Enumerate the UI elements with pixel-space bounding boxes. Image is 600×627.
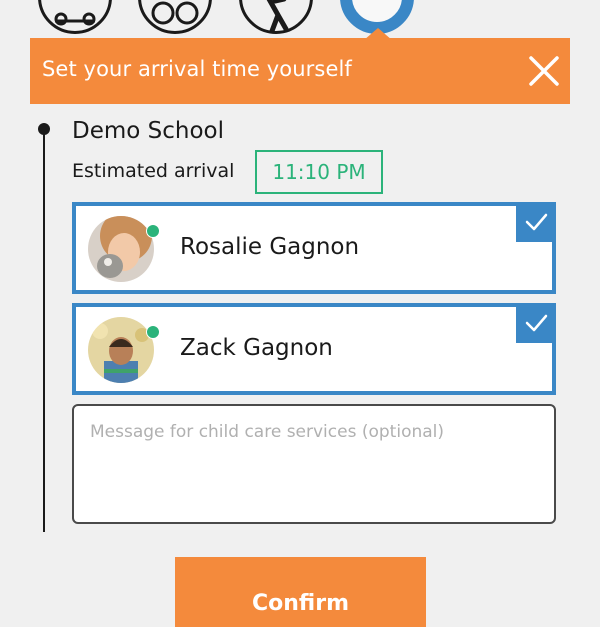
timeline-line	[43, 128, 45, 532]
walking-mode-button[interactable]	[239, 0, 313, 34]
child-name: Zack Gagnon	[180, 335, 333, 361]
walking-icon	[266, 0, 289, 34]
close-button[interactable]	[526, 53, 562, 89]
checkbox[interactable]	[516, 202, 556, 242]
timeline-dot	[38, 123, 50, 135]
banner-text: Set your arrival time yourself	[42, 57, 352, 81]
message-input[interactable]	[72, 404, 556, 524]
checkmark-icon	[525, 314, 548, 332]
car-icon	[54, 12, 96, 26]
child-name: Rosalie Gagnon	[180, 234, 360, 260]
bicycle-icon	[151, 1, 199, 25]
confirm-button[interactable]: Confirm	[175, 557, 426, 627]
destination-name: Demo School	[72, 118, 225, 144]
arrival-time-field[interactable]: 11:10 PM	[255, 150, 383, 194]
bicycle-mode-button[interactable]	[138, 0, 212, 34]
close-icon	[529, 56, 559, 86]
avatar	[88, 317, 154, 383]
arrival-label: Estimated arrival	[72, 160, 235, 182]
checkbox[interactable]	[516, 303, 556, 343]
arrival-time-banner: Set your arrival time yourself	[30, 38, 570, 104]
avatar	[88, 216, 154, 282]
checkmark-icon	[525, 213, 548, 231]
car-mode-button[interactable]	[38, 0, 112, 34]
online-status-dot	[146, 224, 160, 238]
child-card-rosalie[interactable]: Rosalie Gagnon	[72, 202, 556, 294]
online-status-dot	[146, 325, 160, 339]
child-card-zack[interactable]: Zack Gagnon	[72, 303, 556, 395]
